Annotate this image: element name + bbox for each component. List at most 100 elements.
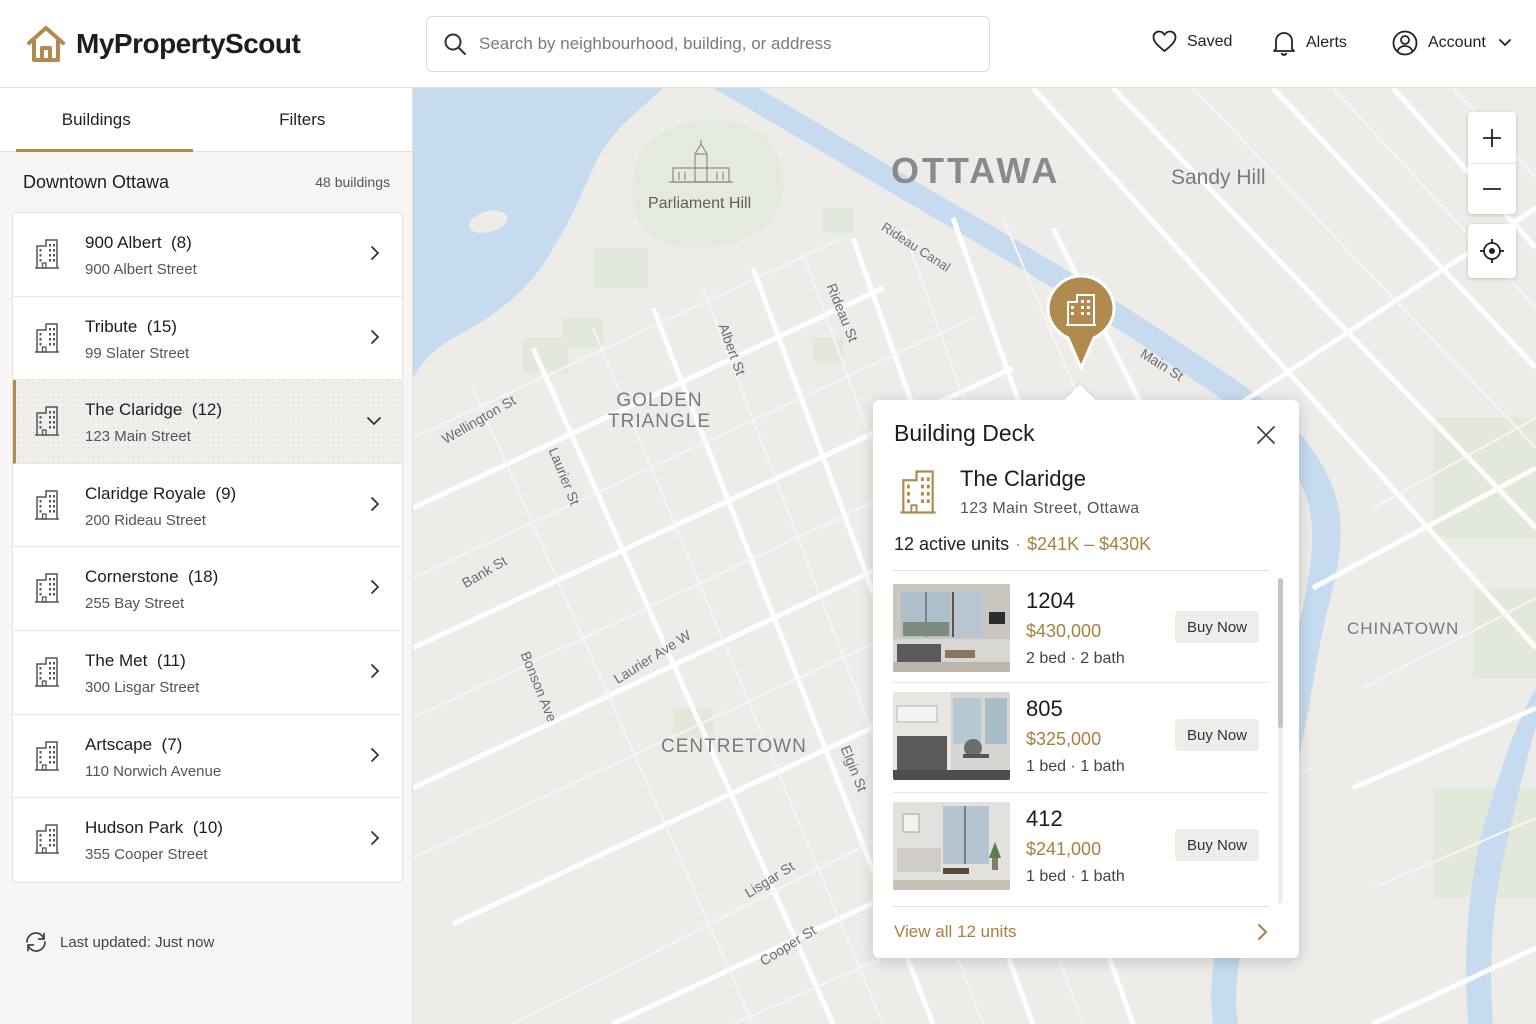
building-deck-popup: Building Deck The Claridge 123 Main Stre… xyxy=(873,400,1299,958)
map-label-chinatown: CHINATOWN xyxy=(1347,619,1460,638)
building-list-item[interactable]: Hudson Park (10) 355 Cooper Street xyxy=(13,798,402,882)
heart-icon xyxy=(1152,30,1177,52)
alerts-label: Alerts xyxy=(1306,34,1347,51)
deck-building-name: The Claridge xyxy=(960,466,1086,491)
unit-card[interactable]: 805 $325,000 1 bed · 1 bath Buy Now xyxy=(893,692,1269,802)
building-name: Tribute (15) xyxy=(85,316,177,336)
search-input[interactable] xyxy=(479,34,959,54)
zoom-controls xyxy=(1468,112,1516,214)
map-label-golden-triangle: GOLDEN TRIANGLE xyxy=(608,390,712,432)
unit-number: 805 xyxy=(1026,696,1063,721)
building-icon xyxy=(35,406,59,436)
building-icon xyxy=(35,573,59,603)
map-label-sandy-hill: Sandy Hill xyxy=(1171,166,1266,189)
building-address: 255 Bay Street xyxy=(85,595,185,613)
deck-building-address: 123 Main Street, Ottawa xyxy=(960,500,1140,517)
chevron-right-icon xyxy=(371,329,380,344)
building-name: 900 Albert (8) xyxy=(85,233,192,252)
unit-photo xyxy=(893,692,1010,780)
map-view[interactable]: OTTAWA Sandy Hill Parliament Hill GOLDEN… xyxy=(413,88,1536,1024)
last-updated-text: Last updated: Just now xyxy=(60,933,215,951)
tab-buildings[interactable]: Buildings xyxy=(0,88,193,152)
building-name: The Claridge (12) xyxy=(85,400,223,420)
buy-now-button[interactable]: Buy Now xyxy=(1175,719,1259,751)
unit-number: 1204 xyxy=(1026,588,1075,613)
tab-filters[interactable]: Filters xyxy=(193,88,412,151)
buy-now-button[interactable]: Buy Now xyxy=(1175,829,1259,861)
close-icon[interactable] xyxy=(1255,424,1277,446)
area-name: Downtown Ottawa xyxy=(23,171,170,192)
deck-title: Building Deck xyxy=(894,420,1035,446)
building-address: 99 Slater Street xyxy=(85,344,190,362)
building-name: The Met (11) xyxy=(85,650,186,670)
zoom-in-button[interactable] xyxy=(1468,112,1516,163)
unit-specs: 1 bed · 1 bath xyxy=(1026,758,1125,775)
unit-specs: 2 bed · 2 bath xyxy=(1026,650,1125,667)
deck-stats: 12 active units · $241K – $430K xyxy=(894,534,1152,554)
locate-me-button[interactable] xyxy=(1468,224,1516,278)
chevron-right-icon xyxy=(371,580,380,595)
minus-icon xyxy=(1483,188,1501,190)
building-name: Claridge Royale (9) xyxy=(85,483,237,503)
unit-card[interactable]: 412 $241,000 1 bed · 1 bath Buy Now xyxy=(893,802,1269,912)
alerts-button[interactable]: Alerts xyxy=(1272,30,1347,56)
unit-price: $325,000 xyxy=(1026,729,1102,749)
building-icon xyxy=(900,470,936,514)
unit-number: 412 xyxy=(1026,806,1063,831)
account-label: Account xyxy=(1428,34,1486,51)
chevron-right-icon xyxy=(371,496,380,511)
last-updated[interactable]: Last updated: Just now xyxy=(24,930,214,954)
user-avatar-icon xyxy=(1392,30,1418,56)
buy-now-button[interactable]: Buy Now xyxy=(1175,611,1259,643)
top-header: MyPropertyScout Saved Alerts Account xyxy=(0,0,1536,88)
account-menu[interactable]: Account xyxy=(1392,30,1512,56)
building-list-item[interactable]: Tribute (15) 99 Slater Street xyxy=(13,297,402,381)
building-address: 110 Norwich Avenue xyxy=(85,762,222,780)
building-address: 300 Lisgar Street xyxy=(85,678,200,696)
brand-name: MyPropertyScout xyxy=(76,28,301,59)
crosshair-icon xyxy=(1480,239,1504,263)
unit-photo xyxy=(893,584,1010,672)
building-list-item[interactable]: 900 Albert (8) 900 Albert Street xyxy=(13,213,402,297)
unit-price: $241,000 xyxy=(1026,839,1102,859)
search-bar[interactable] xyxy=(426,16,990,72)
area-header: Downtown Ottawa 48 buildings xyxy=(0,152,412,212)
building-icon xyxy=(35,741,59,771)
unit-list-scrollbar[interactable] xyxy=(1278,578,1283,728)
chevron-right-icon xyxy=(371,747,380,762)
building-icon xyxy=(35,490,59,520)
unit-card[interactable]: 1204 $430,000 2 bed · 2 bath Buy Now xyxy=(893,584,1269,694)
building-address: 123 Main Street xyxy=(85,428,191,446)
building-icon xyxy=(35,657,59,687)
zoom-out-button[interactable] xyxy=(1468,163,1516,214)
building-map-pin[interactable] xyxy=(1046,274,1116,370)
building-list-item[interactable]: The Met (11) 300 Lisgar Street xyxy=(13,631,402,715)
bell-icon xyxy=(1273,32,1295,56)
view-all-units-link[interactable]: View all 12 units xyxy=(894,922,1017,942)
chevron-right-icon xyxy=(371,831,380,846)
unit-photo xyxy=(893,802,1010,890)
saved-button[interactable]: Saved xyxy=(1152,30,1232,53)
map-label-parliament: Parliament Hill xyxy=(648,195,752,212)
locate-control xyxy=(1468,224,1516,278)
chevron-right-icon[interactable] xyxy=(1257,923,1269,941)
house-logo-icon xyxy=(27,26,65,62)
building-address: 200 Rideau Street xyxy=(85,511,206,529)
building-name: Artscape (7) xyxy=(85,734,183,754)
map-label-centretown: CENTRETOWN xyxy=(661,736,807,757)
building-list: 900 Albert (8) 900 Albert Street Tribute … xyxy=(12,212,403,883)
building-list-item[interactable]: Cornerstone (18) 255 Bay Street xyxy=(13,547,402,631)
building-list-item[interactable]: Artscape (7) 110 Norwich Avenue xyxy=(13,715,402,799)
price-range: $241K – $430K xyxy=(1027,534,1152,554)
building-list-item-selected[interactable]: The Claridge (12) 123 Main Street xyxy=(13,380,402,464)
building-count: 48 buildings xyxy=(315,174,390,190)
building-name: Hudson Park (10) xyxy=(85,818,223,838)
building-address: 900 Albert Street xyxy=(85,261,197,278)
building-list-item[interactable]: Claridge Royale (9) 200 Rideau Street xyxy=(13,464,402,548)
brand-logo[interactable]: MyPropertyScout xyxy=(26,24,301,64)
unit-price: $430,000 xyxy=(1026,621,1102,641)
sidebar-tabs: Buildings Filters xyxy=(0,88,412,152)
building-icon xyxy=(35,239,59,269)
building-name: Cornerstone (18) xyxy=(85,567,219,587)
building-icon xyxy=(35,824,59,854)
